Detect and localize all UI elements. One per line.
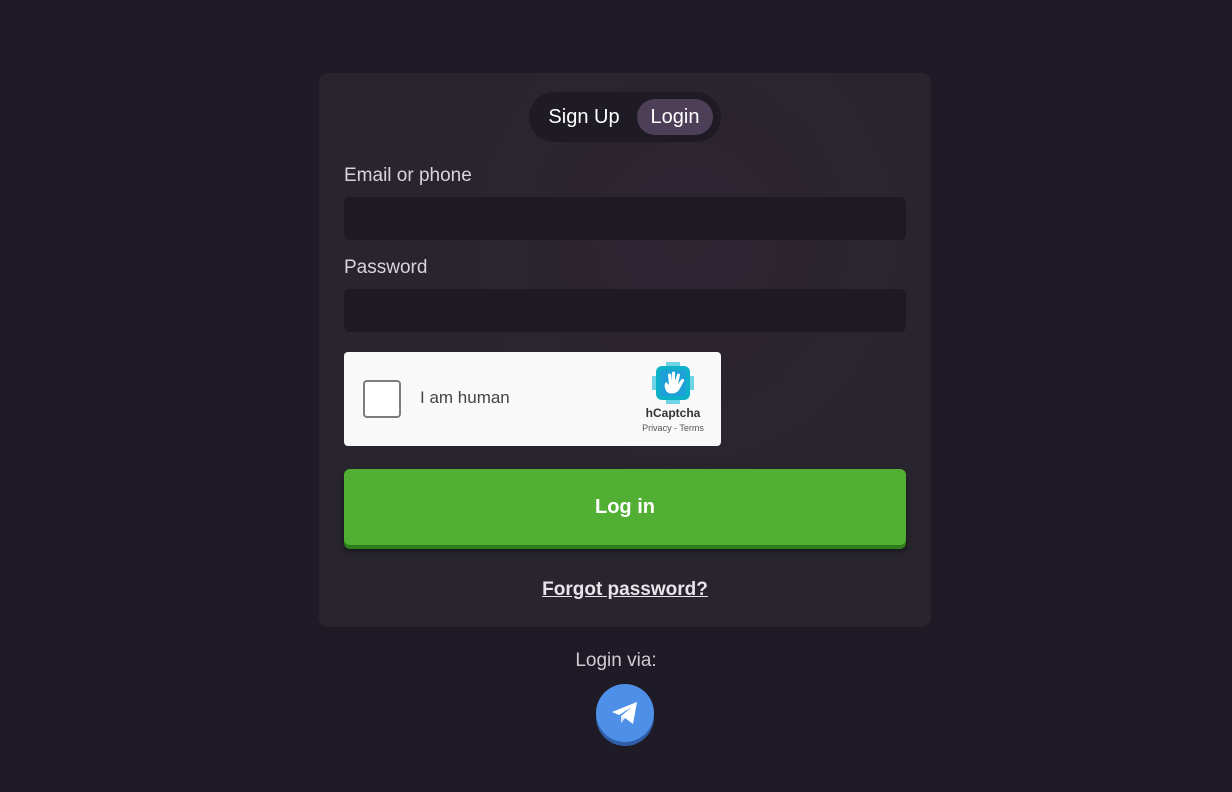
captcha-terms-link[interactable]: Terms — [679, 423, 704, 433]
captcha-widget: I am human hCaptcha Privacy - Terms — [344, 352, 721, 446]
captcha-brand: hCaptcha — [645, 406, 701, 420]
login-button[interactable]: Log in — [344, 469, 906, 545]
login-via-label: Login via: — [575, 650, 657, 671]
captcha-label: I am human — [420, 388, 510, 407]
email-label: Email or phone — [344, 165, 472, 186]
password-label: Password — [344, 257, 428, 278]
forgot-password-link[interactable]: Forgot password? — [319, 579, 931, 601]
page: Sign Up Login Email or phone Password I … — [0, 0, 1232, 792]
captcha-links: Privacy - Terms — [630, 423, 716, 433]
tab-login[interactable]: Login — [637, 99, 713, 135]
captcha-privacy-link[interactable]: Privacy — [642, 423, 672, 433]
email-field[interactable] — [344, 197, 906, 240]
hcaptcha-logo-icon — [652, 362, 694, 404]
password-field[interactable] — [344, 289, 906, 332]
telegram-icon — [612, 702, 637, 724]
tab-sign-up[interactable]: Sign Up — [539, 99, 629, 135]
auth-tab-switcher: Sign Up Login — [529, 92, 721, 142]
login-card: Sign Up Login Email or phone Password I … — [319, 73, 931, 627]
telegram-login-button[interactable] — [596, 684, 654, 742]
captcha-checkbox[interactable] — [363, 380, 401, 418]
